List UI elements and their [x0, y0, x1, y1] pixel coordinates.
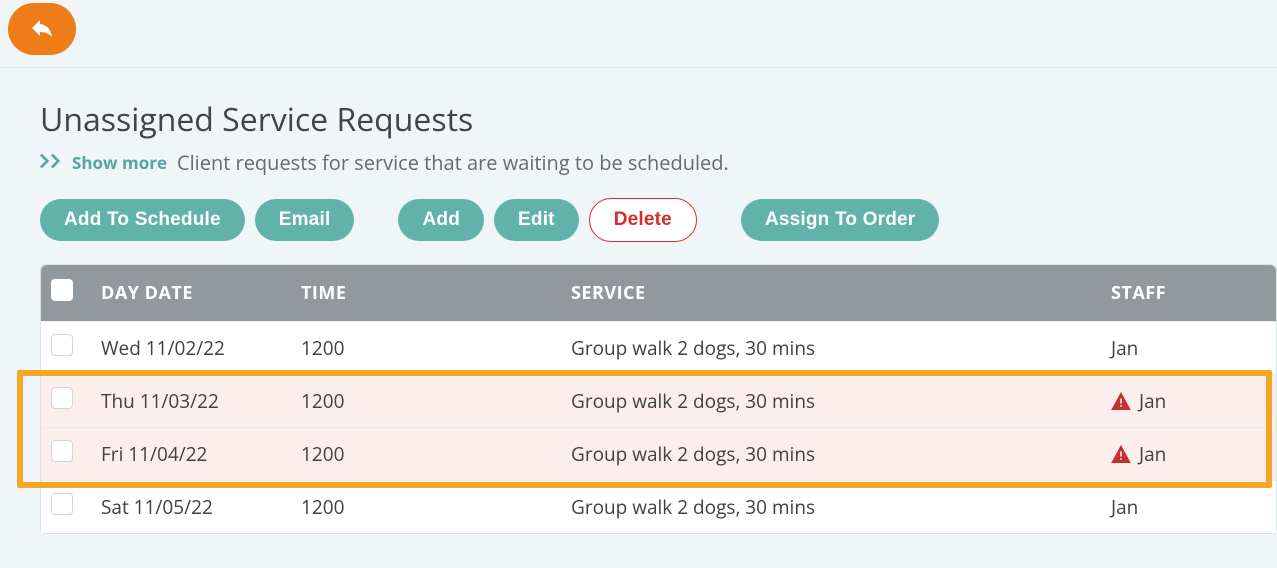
cell-time: 1200 — [291, 481, 561, 534]
page-description: Client requests for service that are wai… — [177, 149, 729, 176]
edit-button[interactable]: Edit — [494, 199, 579, 241]
table-row[interactable]: Thu 11/03/221200Group walk 2 dogs, 30 mi… — [41, 375, 1276, 428]
cell-time: 1200 — [291, 428, 561, 481]
col-checkbox — [41, 265, 91, 322]
cell-time: 1200 — [291, 322, 561, 375]
row-checkbox[interactable] — [51, 334, 73, 356]
table-row[interactable]: Sat 11/05/221200Group walk 2 dogs, 30 mi… — [41, 481, 1276, 534]
requests-table: DAY DATE TIME SERVICE STAFF Wed 11/02/22… — [41, 265, 1276, 533]
requests-table-wrap: DAY DATE TIME SERVICE STAFF Wed 11/02/22… — [40, 264, 1277, 534]
row-checkbox[interactable] — [51, 387, 73, 409]
cell-service: Group walk 2 dogs, 30 mins — [561, 322, 1101, 375]
email-button[interactable]: Email — [255, 199, 355, 241]
row-checkbox[interactable] — [51, 440, 73, 462]
cell-staff: Jan — [1101, 481, 1276, 534]
cell-time: 1200 — [291, 375, 561, 428]
col-staff: STAFF — [1101, 265, 1276, 322]
back-button[interactable] — [8, 3, 76, 55]
cell-day-date: Sat 11/05/22 — [91, 481, 291, 534]
cell-day-date: Fri 11/04/22 — [91, 428, 291, 481]
cell-day-date: Thu 11/03/22 — [91, 375, 291, 428]
cell-staff: Jan — [1101, 322, 1276, 375]
table-row[interactable]: Fri 11/04/221200Group walk 2 dogs, 30 mi… — [41, 428, 1276, 481]
warning-icon — [1111, 392, 1131, 410]
toolbar: Add To Schedule Email Add Edit Delete As… — [40, 198, 1277, 242]
select-all-checkbox[interactable] — [51, 279, 73, 301]
warning-icon — [1111, 445, 1131, 463]
page-title: Unassigned Service Requests — [40, 98, 1277, 141]
show-more-link[interactable]: Show more — [72, 151, 167, 174]
cell-service: Group walk 2 dogs, 30 mins — [561, 428, 1101, 481]
reply-arrow-icon — [28, 17, 56, 41]
col-day-date: DAY DATE — [91, 265, 291, 322]
cell-service: Group walk 2 dogs, 30 mins — [561, 375, 1101, 428]
chevrons-icon — [40, 152, 62, 174]
assign-to-order-button[interactable]: Assign To Order — [741, 199, 939, 241]
cell-staff: Jan — [1101, 375, 1276, 428]
row-checkbox[interactable] — [51, 493, 73, 515]
add-button[interactable]: Add — [398, 199, 484, 241]
cell-day-date: Wed 11/02/22 — [91, 322, 291, 375]
delete-button[interactable]: Delete — [589, 198, 697, 242]
cell-staff: Jan — [1101, 428, 1276, 481]
col-time: TIME — [291, 265, 561, 322]
table-row[interactable]: Wed 11/02/221200Group walk 2 dogs, 30 mi… — [41, 322, 1276, 375]
col-service: SERVICE — [561, 265, 1101, 322]
cell-service: Group walk 2 dogs, 30 mins — [561, 481, 1101, 534]
add-to-schedule-button[interactable]: Add To Schedule — [40, 199, 245, 241]
